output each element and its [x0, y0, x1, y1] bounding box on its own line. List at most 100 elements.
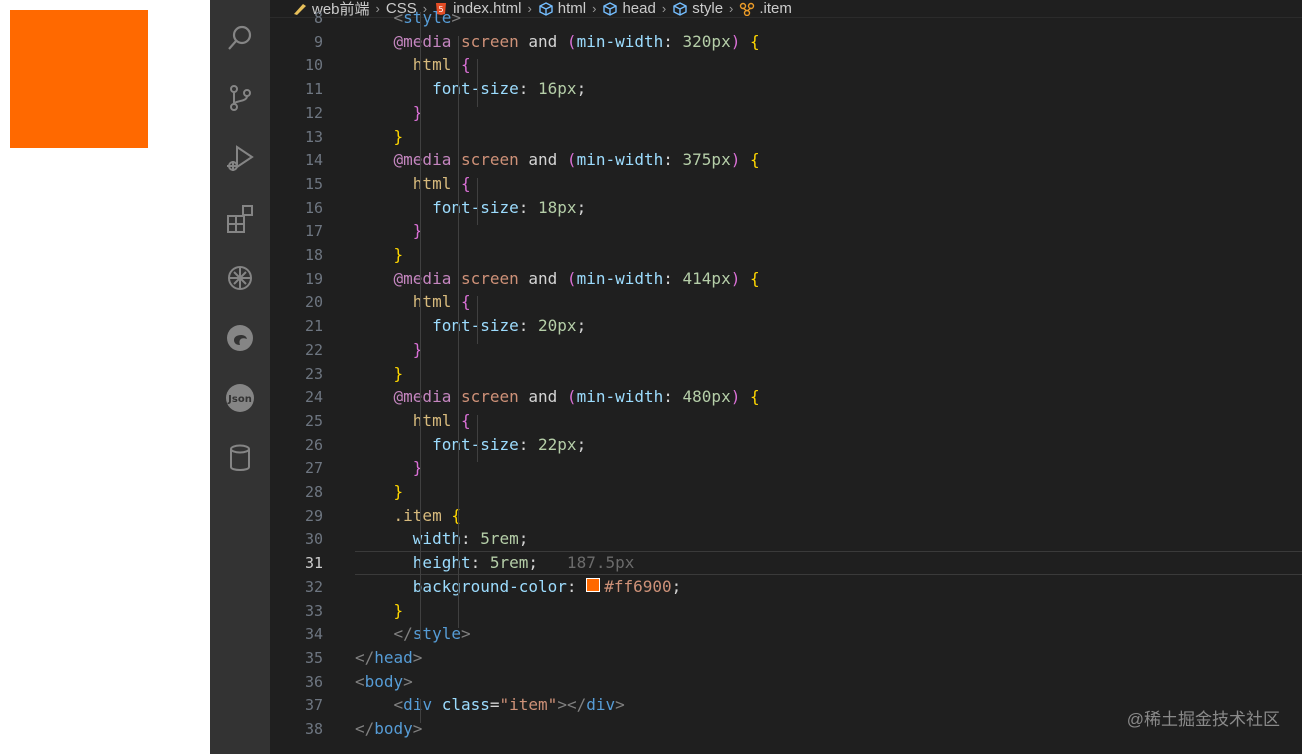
code-token: 375px [682, 150, 731, 170]
code-line[interactable]: </head> [355, 646, 1302, 670]
database-icon[interactable] [222, 440, 258, 476]
json-icon[interactable]: Json [222, 380, 258, 416]
code-token: and [528, 387, 567, 407]
code-token: ) [730, 31, 750, 51]
code-token: ></ [557, 695, 587, 715]
code-line[interactable]: @media screen and (min-width: 320px) { [355, 30, 1302, 54]
code-line[interactable]: @media screen and (min-width: 480px) { [355, 385, 1302, 409]
line-number: 18 [304, 246, 323, 264]
code-token: min-width [576, 150, 664, 170]
code-line[interactable]: font-size: 20px; [355, 314, 1302, 338]
code-line[interactable]: font-size: 18px; [355, 196, 1302, 220]
code-token: ; [528, 553, 539, 573]
inlay-hint: 187.5px [538, 553, 635, 573]
code-token: 20px [538, 316, 577, 336]
source-control-icon[interactable] [222, 80, 258, 116]
code-token: } [393, 363, 404, 383]
code-line[interactable]: } [355, 101, 1302, 125]
code-line[interactable]: } [355, 125, 1302, 149]
line-number: 22 [304, 340, 323, 359]
code-token: ( [566, 387, 577, 407]
indent-guide [458, 533, 459, 605]
code-area[interactable]: <style> @media screen and (min-width: 32… [355, 8, 1302, 754]
code-line[interactable]: </style> [355, 622, 1302, 646]
color-swatch[interactable] [586, 578, 601, 593]
code-token: > [403, 671, 413, 691]
code-token: ( [566, 268, 577, 288]
code-token: ; [576, 316, 587, 336]
code-token: = [489, 695, 500, 715]
edge-icon[interactable] [222, 320, 258, 356]
code-token: 22px [538, 434, 577, 454]
code-line[interactable]: } [355, 338, 1302, 362]
code-line[interactable]: } [355, 243, 1302, 267]
code-token: 18px [538, 197, 577, 217]
search-icon[interactable] [222, 20, 258, 56]
code-token: { [749, 387, 760, 407]
indent-guide [477, 296, 478, 344]
code-token: </ [393, 624, 413, 644]
code-line[interactable]: html { [355, 172, 1302, 196]
chatgpt-icon[interactable] [222, 260, 258, 296]
code-line[interactable]: @media screen and (min-width: 375px) { [355, 148, 1302, 172]
code-line[interactable]: html { [355, 409, 1302, 433]
code-line[interactable]: height: 5rem; 187.5px [355, 551, 1302, 575]
code-line[interactable]: font-size: 16px; [355, 77, 1302, 101]
code-line[interactable]: } [355, 599, 1302, 623]
code-token: > [615, 695, 625, 715]
code-token: { [460, 292, 471, 312]
code-token: } [393, 126, 404, 146]
code-token: ; [576, 197, 587, 217]
code-line[interactable]: html { [355, 53, 1302, 77]
code-line[interactable]: <style> [355, 6, 1302, 30]
code-token: } [393, 245, 404, 264]
code-token: : [470, 553, 490, 573]
code-token: .item [393, 505, 452, 525]
extensions-icon[interactable] [222, 200, 258, 236]
code-token: : [663, 31, 683, 51]
code-token: : [518, 434, 539, 454]
code-line[interactable]: } [355, 456, 1302, 480]
code-token: font-size [432, 79, 519, 99]
code-line[interactable]: font-size: 22px; [355, 433, 1302, 457]
indent-guide [477, 414, 478, 463]
code-line[interactable]: } [355, 480, 1302, 504]
code-line[interactable]: } [355, 362, 1302, 386]
code-token: ; [671, 576, 682, 596]
code-token: > [451, 8, 461, 27]
code-line[interactable]: @media screen and (min-width: 414px) { [355, 267, 1302, 291]
code-line[interactable]: width: 5rem; [355, 527, 1302, 551]
code-token: { [749, 31, 760, 51]
indent-guide [420, 699, 421, 723]
code-token: { [460, 410, 471, 430]
line-number: 37 [304, 696, 323, 715]
code-token: </ [355, 647, 375, 667]
code-token: : [566, 576, 587, 596]
code-token: and [528, 150, 567, 170]
code-line[interactable]: .item { [355, 504, 1302, 528]
run-debug-icon[interactable] [222, 140, 258, 176]
line-number: 13 [304, 127, 323, 146]
code-line[interactable]: } [355, 219, 1302, 243]
code-token: : [460, 529, 481, 549]
line-number: 11 [304, 80, 323, 99]
code-line[interactable]: <body> [355, 670, 1302, 694]
code-line[interactable]: html { [355, 290, 1302, 314]
indent-guide [420, 12, 421, 641]
line-number-gutter: 8 9 10 11 12 13 14 15 16 17 18 19 20 21 22 23 24 25 26 27 28… [270, 9, 334, 754]
code-line[interactable]: background-color: #ff6900; [355, 575, 1302, 599]
line-number: 10 [304, 56, 323, 75]
code-token: font-size [432, 197, 519, 217]
code-token: < [355, 671, 365, 691]
